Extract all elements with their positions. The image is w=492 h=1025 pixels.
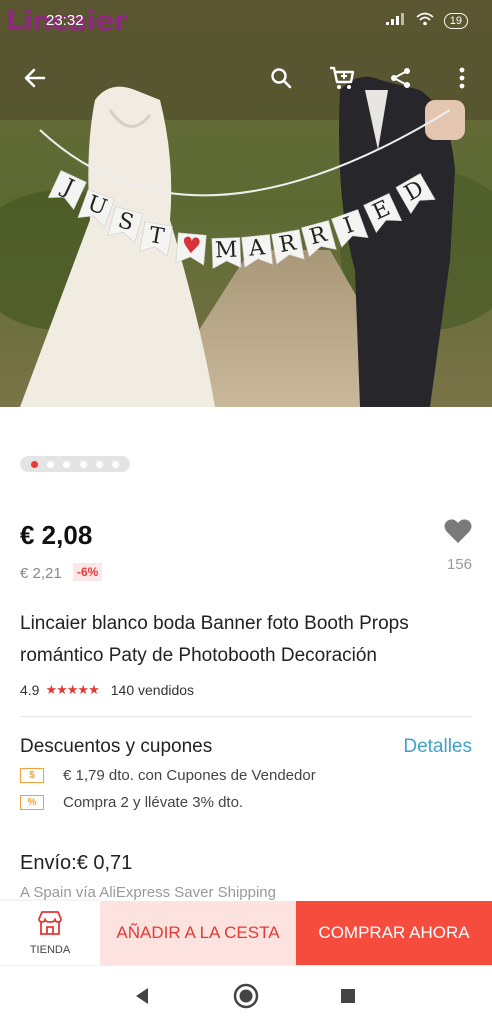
back-arrow-icon[interactable] (19, 62, 51, 94)
share-icon[interactable] (385, 62, 417, 94)
nav-home-icon[interactable] (232, 982, 260, 1010)
coupon-text: € 1,79 dto. con Cupones de Vendedor (63, 767, 316, 784)
store-label: TIENDA (29, 944, 71, 956)
add-to-cart-button[interactable]: AÑADIR A LA CESTA (100, 901, 296, 965)
coupon-text: Compra 2 y llévate 3% dto. (63, 794, 244, 811)
nav-back-icon[interactable] (128, 982, 156, 1010)
system-icons: 19 (385, 12, 468, 29)
status-time: 23:32 (46, 12, 84, 29)
rating-value: 4.9 (20, 682, 40, 698)
buy-now-button[interactable]: COMPRAR AHORA (296, 901, 492, 965)
shipping-cost[interactable]: Envío:€ 0,71 (20, 852, 132, 875)
discount-badge: -6% (73, 563, 103, 581)
page-dot[interactable] (30, 460, 38, 468)
wishlist-count: 156 (446, 556, 472, 573)
dollar-tag-icon: $ (20, 768, 44, 783)
wifi-icon (416, 12, 434, 29)
status-bar: Lincaier 23:32 19 (0, 0, 492, 44)
percent-tag-icon: % (20, 795, 44, 810)
more-vert-icon[interactable] (446, 62, 478, 94)
banner-letter: M (215, 238, 238, 264)
sold-count: 140 vendidos (110, 682, 195, 698)
page-dot[interactable] (95, 460, 103, 468)
coupon-item[interactable]: % Compra 2 y llévate 3% dto. (20, 794, 243, 811)
rating-row[interactable]: 4.9 ★★★★★ 140 vendidos (20, 682, 194, 698)
banner-letter: ♥ (180, 233, 202, 260)
page-dot[interactable] (112, 460, 120, 468)
search-icon[interactable] (265, 62, 297, 94)
coupons-title: Descuentos y cupones (20, 736, 213, 757)
divider (20, 716, 472, 717)
shipping-detail: A Spain vía AliExpress Saver Shipping (20, 884, 276, 901)
original-price: € 2,21 (20, 565, 62, 582)
top-toolbar (0, 56, 492, 100)
system-nav-bar (0, 965, 492, 1025)
image-page-indicator[interactable] (20, 456, 130, 472)
store-button[interactable]: TIENDA (0, 901, 100, 965)
product-title: Lincaier blanco boda Banner foto Booth P… (20, 613, 409, 666)
current-price: € 2,08 (20, 520, 93, 550)
coupons-details-link[interactable]: Detalles (403, 736, 472, 758)
nav-recents-icon[interactable] (334, 982, 362, 1010)
bottom-action-bar: TIENDA AÑADIR A LA CESTA COMPRAR AHORA (0, 901, 492, 965)
wishlist-heart-icon[interactable] (444, 518, 472, 549)
page-dot[interactable] (63, 460, 71, 468)
rating-stars: ★★★★★ (45, 682, 99, 697)
signal-icon (385, 13, 406, 28)
cart-icon[interactable] (326, 62, 358, 94)
battery-indicator: 19 (443, 12, 468, 29)
page-dot[interactable] (46, 460, 54, 468)
coupon-item[interactable]: $ € 1,79 dto. con Cupones de Vendedor (20, 767, 316, 784)
store-icon (36, 910, 64, 941)
page-dot[interactable] (79, 460, 87, 468)
